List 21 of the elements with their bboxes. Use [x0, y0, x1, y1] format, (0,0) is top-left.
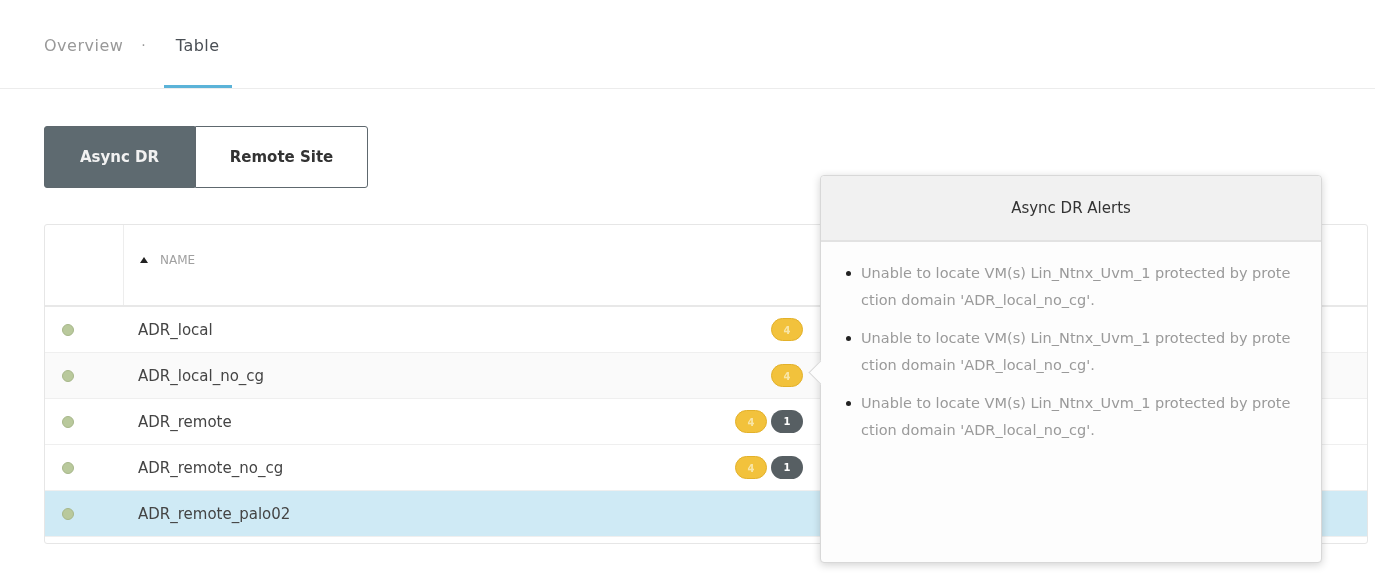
- segment-button[interactable]: Async DR: [44, 126, 195, 188]
- status-dot-icon: [62, 507, 74, 520]
- alert-count-badge[interactable]: 1: [771, 456, 803, 479]
- status-dot-icon: [62, 415, 74, 428]
- tab-separator: ·: [141, 36, 146, 53]
- bullet-icon: [846, 271, 851, 276]
- status-dot-icon: [62, 461, 74, 474]
- row-name: ADR_local_no_cg: [138, 367, 265, 385]
- alert-message: Unable to locate VM(s) Lin_Ntnx_Uvm_1 protected by protection domain 'ADR_local_no_cg'.: [861, 264, 1292, 310]
- row-name: ADR_local: [138, 321, 213, 339]
- row-name: ADR_remote_palo02: [138, 505, 291, 523]
- segment-button[interactable]: Remote Site: [195, 126, 368, 188]
- alert-count-badge[interactable]: 1: [771, 410, 803, 433]
- status-dot-icon: [62, 323, 74, 336]
- tab[interactable]: Table: [163, 0, 232, 88]
- row-name: ADR_remote: [138, 413, 232, 431]
- row-name: ADR_remote_no_cg: [138, 459, 284, 477]
- bullet-icon: [846, 401, 851, 406]
- bullet-icon: [846, 336, 851, 341]
- popover-title: Async DR Alerts: [821, 176, 1321, 242]
- status-dot-icon: [62, 369, 74, 382]
